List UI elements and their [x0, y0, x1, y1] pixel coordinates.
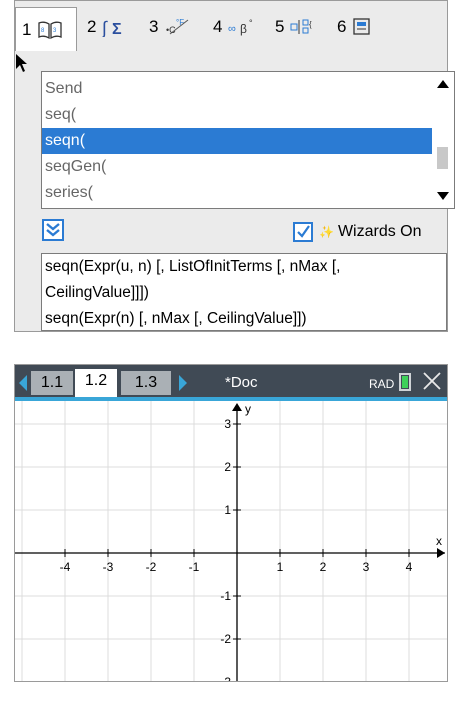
list-item-seqn[interactable]: seqn(: [42, 128, 432, 154]
page-tab-1-1[interactable]: 1.1: [31, 371, 73, 395]
svg-text:°: °: [249, 18, 253, 28]
scroll-thumb[interactable]: [437, 147, 448, 169]
svg-text:β: β: [240, 22, 247, 36]
y-tick-label: 3: [224, 417, 231, 431]
catalog-tab-5[interactable]: 5 {: [269, 9, 329, 45]
help-line: seqn(Expr(u, n) [, ListOfInitTerms [, nM…: [45, 258, 341, 275]
previous-page-arrow-icon[interactable]: [19, 375, 27, 391]
y-axis-arrow-icon: [232, 403, 242, 411]
svg-text:∫: ∫: [102, 18, 108, 37]
y-axis-label: y: [245, 402, 251, 416]
catalog-tab-bar: 1 8 3 2 ∫ Σ 3 •C °F 4 ∞ β ° 5 {6: [15, 1, 447, 51]
x-axis-label: x: [436, 534, 442, 548]
y-tick-label: -1: [220, 589, 231, 603]
integral-sigma-icon: ∫ Σ: [102, 18, 122, 37]
catalog-tab-6[interactable]: 6: [331, 9, 383, 45]
list-scrollbar[interactable]: [432, 72, 454, 208]
x-tick-label: 3: [363, 560, 370, 574]
catalog-tab-3[interactable]: 3 •C °F: [143, 9, 205, 45]
svg-text:∞: ∞: [228, 23, 236, 35]
expand-help-button[interactable]: [42, 219, 64, 241]
mouse-pointer-icon: [16, 54, 27, 72]
svg-text:8: 8: [41, 28, 45, 34]
templates-icon: {: [290, 19, 312, 34]
document-toolbar: 1.1 1.2 1.3 *Doc RAD: [15, 365, 447, 401]
catalog-tab-2[interactable]: 2 ∫ Σ: [81, 9, 141, 45]
x-tick-label: 4: [406, 560, 413, 574]
battery-icon: [399, 373, 411, 391]
list-item-seq[interactable]: seq(: [42, 102, 432, 128]
catalog-tab-4[interactable]: 4 ∞ β °: [207, 9, 269, 45]
x-tick-label: 2: [320, 560, 327, 574]
help-line: seqn(Expr(n) [, nMax [, CeilingValue]]): [45, 310, 307, 327]
help-line: CeilingValue]]]): [45, 284, 149, 301]
list-item-send[interactable]: Send: [42, 76, 432, 102]
x-tick-label: -3: [103, 560, 114, 574]
document-title: *Doc: [225, 374, 258, 391]
page-tab-1-3[interactable]: 1.3: [121, 371, 171, 395]
y-tick-label: -2: [220, 632, 231, 646]
graphs-app-window: 1.1 1.2 1.3 *Doc RAD -4 -3 -2 -1 1 2 3 4 3 2 1 -1 -2…: [14, 364, 448, 682]
book-icon: 8 3: [38, 21, 63, 39]
svg-text:3: 3: [53, 28, 57, 34]
svg-text:Σ: Σ: [112, 21, 122, 37]
y-tick-label: 1: [224, 503, 231, 517]
grid: [15, 401, 447, 681]
list-item-seqgen[interactable]: seqGen(: [42, 154, 432, 180]
tab-number: 3: [149, 17, 159, 36]
x-tick-label: -2: [146, 560, 157, 574]
wizards-checkbox[interactable]: [293, 222, 313, 242]
double-chevron-down-icon: [46, 223, 60, 237]
next-page-arrow-icon[interactable]: [179, 375, 187, 391]
x-tick-label: -4: [60, 560, 71, 574]
scroll-down-arrow-icon[interactable]: [437, 192, 449, 200]
svg-text:{: {: [309, 20, 312, 29]
wizards-toggle[interactable]: ✨ Wizards On: [293, 220, 422, 244]
symbols-icon: ∞ β °: [228, 18, 253, 36]
angle-mode-indicator: RAD: [369, 377, 395, 391]
magic-wand-icon: ✨: [319, 225, 334, 239]
tab-number: 5: [275, 17, 285, 36]
scroll-up-arrow-icon[interactable]: [437, 80, 449, 88]
syntax-help-box: seqn(Expr(u, n) [, ListOfInitTerms [, nM…: [41, 253, 447, 331]
catalog-tab-1[interactable]: 1 8 3: [15, 7, 77, 51]
x-tick-label: 1: [277, 560, 284, 574]
list-item-series[interactable]: series(: [42, 180, 432, 206]
tab-number: 1: [22, 19, 32, 39]
x-axis-arrow-icon: [437, 548, 445, 558]
units-icon: •C °F: [166, 18, 189, 35]
y-tick-label: 2: [224, 460, 231, 474]
close-icon[interactable]: [421, 370, 443, 392]
tab-number: 2: [87, 17, 97, 36]
catalog-panel: 1 8 3 2 ∫ Σ 3 •C °F 4 ∞ β ° 5 {6 Send s…: [14, 0, 455, 332]
tab-number: 4: [213, 17, 223, 36]
wizards-label: Wizards On: [337, 223, 422, 240]
y-tick-label: -3: [220, 675, 231, 681]
tab-number: 6: [337, 17, 347, 36]
x-tick-label: -1: [189, 560, 200, 574]
library-icon: [353, 18, 371, 35]
graph-plot-area[interactable]: -4 -3 -2 -1 1 2 3 4 3 2 1 -1 -2 -3 x y: [15, 401, 447, 681]
checkmark-icon: [297, 225, 310, 238]
command-list[interactable]: Send seq( seqn( seqGen( series(: [41, 71, 455, 209]
